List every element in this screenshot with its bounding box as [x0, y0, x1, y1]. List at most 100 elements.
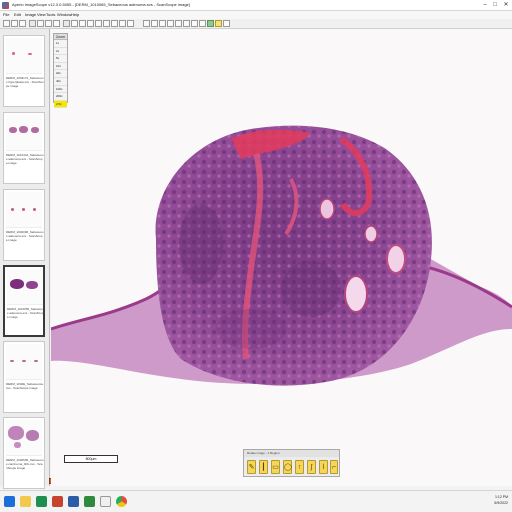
- label-icon[interactable]: [95, 20, 102, 27]
- slide-thumbnail[interactable]: DERM_1002E_Sebaceoma.svs - ScanScope ima…: [3, 341, 45, 413]
- slide-thumbnail[interactable]: DERM_1002006_Sebaceous adenoma.svs - Sca…: [3, 189, 45, 261]
- sync-icon[interactable]: [119, 20, 126, 27]
- menu-edit[interactable]: Edit: [14, 12, 21, 18]
- copy-icon[interactable]: [29, 20, 36, 27]
- open-icon[interactable]: [3, 20, 10, 27]
- ellipse-icon[interactable]: [191, 20, 198, 27]
- zoom-level-option[interactable]: 40x: [54, 78, 67, 86]
- zoom-fit-icon[interactable]: [53, 20, 60, 27]
- compare-icon[interactable]: [111, 20, 118, 27]
- menu-view[interactable]: View: [37, 12, 46, 18]
- browser-icon[interactable]: [116, 496, 127, 507]
- zoom-level-option[interactable]: 2x: [54, 48, 67, 56]
- spreadsheet-app-icon[interactable]: [84, 496, 95, 507]
- hand-icon[interactable]: [151, 20, 158, 27]
- print-icon[interactable]: [19, 20, 26, 27]
- tissue-fragment: [11, 208, 14, 211]
- magnifier-icon[interactable]: [79, 20, 86, 27]
- tissue-fragment: [12, 52, 15, 55]
- zoom-level-option[interactable]: 5x: [54, 55, 67, 63]
- zoom-panel: Zoom 1x 2x 5x 10x 20x 40x 100x 200x 2.5x: [53, 33, 68, 109]
- minimize-button[interactable]: –: [480, 1, 490, 10]
- tissue-fragment: [9, 127, 17, 133]
- powerpoint-icon[interactable]: [52, 496, 63, 507]
- tissue-fragment: [8, 426, 24, 440]
- close-button[interactable]: ✕: [501, 1, 511, 10]
- slide-viewer[interactable]: [51, 29, 512, 486]
- menu-bar: File Edit Image View Tools Window Help: [0, 11, 512, 19]
- menu-tools[interactable]: Tools: [46, 12, 55, 18]
- zoom-level-option[interactable]: 1x: [54, 40, 67, 48]
- maximize-button[interactable]: □: [490, 1, 500, 10]
- rectangle-tool-icon[interactable]: ▭: [271, 460, 280, 474]
- slide-preview: [7, 269, 43, 305]
- pen-icon[interactable]: [183, 20, 190, 27]
- zoom-out-icon[interactable]: [45, 20, 52, 27]
- tissue-fragment: [14, 442, 21, 448]
- menu-image[interactable]: Image: [25, 12, 36, 18]
- zoom-tool-icon[interactable]: [159, 20, 166, 27]
- slide-thumbnail[interactable]: DERM_1002509_Sebaceous carcinoma_4DL.svs…: [3, 417, 45, 489]
- rotate-icon[interactable]: [71, 20, 78, 27]
- tissue-image: [51, 125, 512, 386]
- tissue-fragment: [22, 360, 26, 362]
- annotation-icon[interactable]: [167, 20, 174, 27]
- slide-preview: [6, 420, 42, 456]
- ruler-tool-icon[interactable]: ┃: [259, 460, 268, 474]
- snapshot-icon[interactable]: [103, 20, 110, 27]
- scale-bar: 800µm: [64, 455, 118, 463]
- window-title: Aperio ImageScope v12.3.0.5055 - [DERM_1…: [12, 2, 190, 7]
- slide-preview: [6, 192, 42, 228]
- tissue-fragment: [33, 208, 36, 211]
- sebaceous-lobule: [319, 198, 335, 220]
- menu-file[interactable]: File: [3, 12, 9, 18]
- layout-icon[interactable]: [127, 20, 134, 27]
- zoom-level-option[interactable]: 20x: [54, 70, 67, 78]
- tissue-fragment: [26, 430, 39, 441]
- ellipse-tool-icon[interactable]: ◯: [283, 460, 292, 474]
- annotation-toolbar: Rotate image - 1 Region ✎ ┃ ▭ ◯ ↑ ∫ ⌇ ⌐: [243, 449, 340, 477]
- tissue-fragment: [10, 279, 24, 289]
- slide-thumbnail[interactable]: DERM_1004172_Sebaceous hyperplasia.svs -…: [3, 35, 45, 107]
- analysis-icon[interactable]: [207, 20, 214, 27]
- zoom-level-option[interactable]: 200x: [54, 93, 67, 101]
- save-icon[interactable]: [11, 20, 18, 27]
- windows-taskbar: 1:12 PM 6/9/2022: [0, 490, 512, 512]
- file-explorer-icon[interactable]: [20, 496, 31, 507]
- arrow-select-icon[interactable]: [143, 20, 150, 27]
- note-icon[interactable]: [215, 20, 222, 27]
- tissue-fragment: [31, 127, 39, 133]
- slide-preview: [6, 344, 42, 380]
- sebaceous-lobule: [344, 275, 368, 313]
- zoom-in-icon[interactable]: [37, 20, 44, 27]
- menu-help[interactable]: Help: [71, 12, 79, 18]
- arrow-tool-icon[interactable]: ↑: [295, 460, 304, 474]
- rectangle-icon[interactable]: [199, 20, 206, 27]
- pan-icon[interactable]: [63, 20, 70, 27]
- settings-icon[interactable]: [223, 20, 230, 27]
- freehand-tool-icon[interactable]: ∫: [307, 460, 316, 474]
- polygon-tool-icon[interactable]: ⌇: [319, 460, 328, 474]
- slide-preview: [6, 38, 42, 74]
- excel-icon[interactable]: [36, 496, 47, 507]
- annotation-toolbar-title: Rotate image - 1 Region: [244, 450, 339, 457]
- main-toolbar: [0, 19, 512, 29]
- thumbnail-icon[interactable]: [87, 20, 94, 27]
- slide-preview: [6, 115, 42, 151]
- zoom-level-option[interactable]: 10x: [54, 63, 67, 71]
- zoom-level-option[interactable]: 100x: [54, 86, 67, 94]
- negative-pen-tool-icon[interactable]: ⌐: [330, 460, 338, 474]
- pen-tool-icon[interactable]: ✎: [247, 460, 256, 474]
- thumbnail-caption: DERM_1010065_Sebaceous adenoma.svs - Sca…: [7, 307, 45, 319]
- document-app-icon[interactable]: [100, 496, 111, 507]
- slide-thumbnail[interactable]: DERM_1012444_Sebaceous adenoma.svs - Sca…: [3, 112, 45, 184]
- title-bar: Aperio ImageScope v12.3.0.5055 - [DERM_1…: [0, 0, 512, 11]
- word-icon[interactable]: [68, 496, 79, 507]
- tissue-fragment: [19, 126, 28, 133]
- menu-window[interactable]: Window: [57, 12, 71, 18]
- windows-start-icon[interactable]: [4, 496, 15, 507]
- ruler-icon[interactable]: [175, 20, 182, 27]
- system-clock[interactable]: 1:12 PM 6/9/2022: [494, 494, 508, 506]
- slide-thumbnail-selected[interactable]: DERM_1010065_Sebaceous adenoma.svs - Sca…: [3, 265, 45, 337]
- zoom-level-current[interactable]: 2.5x: [54, 100, 67, 109]
